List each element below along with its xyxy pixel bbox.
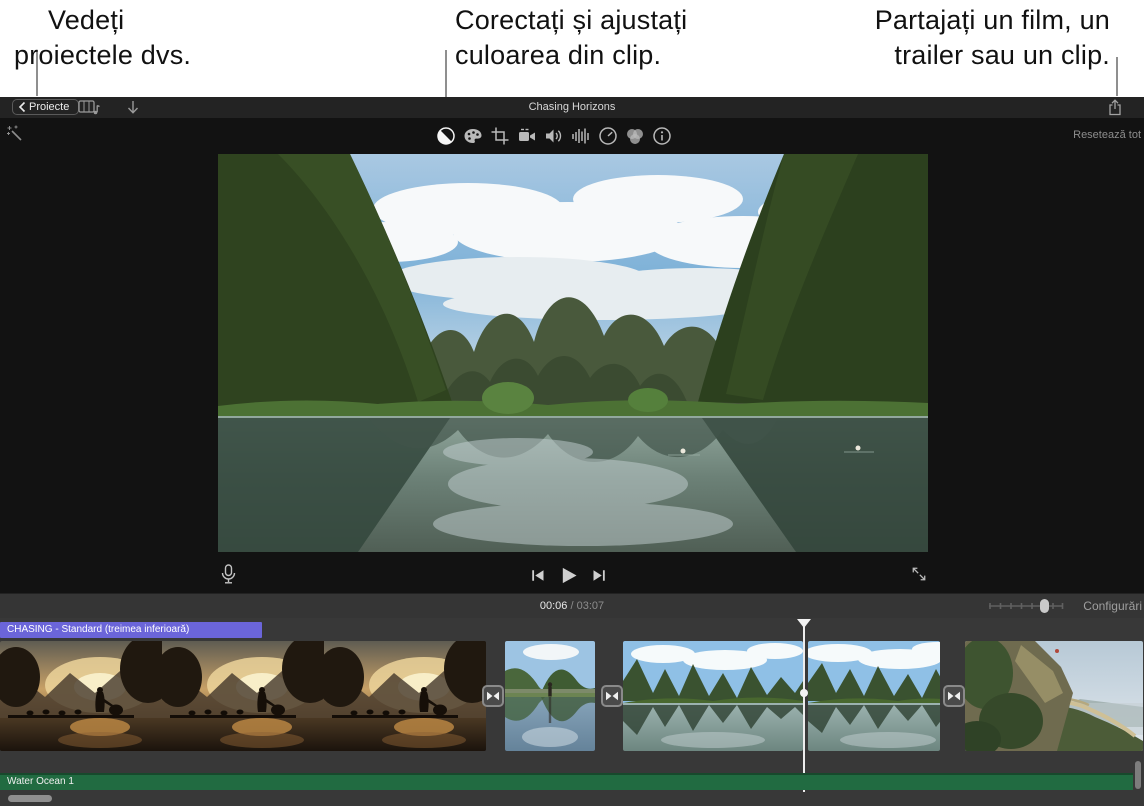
reset-all-button[interactable]: Resetează tot [1073, 129, 1141, 141]
viewer-preview-image [218, 154, 928, 552]
playback-controls [530, 566, 607, 585]
callout-share-line2: trailer sau un clip. [894, 40, 1110, 70]
timeline-clip-2[interactable] [505, 641, 595, 751]
callout-color-line2: culoarea din clip. [455, 40, 662, 70]
timeline-clip-1[interactable] [0, 641, 486, 751]
microphone-icon[interactable] [219, 564, 238, 585]
auto-enhance-wand-icon[interactable] [5, 124, 23, 142]
vertical-scrollbar[interactable] [1135, 761, 1141, 789]
callout-line-projects [36, 52, 38, 96]
timeline-header: 00:06 / 03:07 Configurări [0, 593, 1144, 618]
callout-projects: Vedeți proiectele dvs. [14, 3, 191, 73]
noise-reduction-icon[interactable] [571, 126, 591, 146]
timeline-title-clip[interactable]: CHASING - Standard (treimea inferioară) [0, 622, 262, 638]
transition-icon-1[interactable] [482, 685, 504, 707]
transition-icon-2[interactable] [601, 685, 623, 707]
settings-button[interactable]: Configurări [1083, 599, 1142, 613]
timeline-pane: CHASING - Standard (treimea inferioară) [0, 618, 1144, 806]
callout-color-line1: Corectați și ajustați [455, 5, 688, 35]
callout-share-line1: Partajați un film, un [874, 5, 1110, 35]
zoom-slider-thumb[interactable] [1040, 599, 1049, 613]
play-icon[interactable] [559, 566, 578, 585]
color-palette-icon[interactable] [463, 126, 483, 146]
crop-icon[interactable] [490, 126, 510, 146]
current-time: 00:06 [539, 600, 568, 612]
playhead-dot [800, 689, 808, 697]
clip-info-icon[interactable] [652, 126, 672, 146]
time-separator: / [567, 600, 577, 612]
timecode: 00:06 / 03:07 [0, 600, 1144, 612]
transition-icon-3[interactable] [943, 685, 965, 707]
filters-icon[interactable] [625, 126, 645, 146]
callout-line-share [1116, 57, 1118, 96]
adjustments-bar [436, 126, 672, 146]
timeline-clip-5[interactable] [965, 641, 1143, 751]
total-time: 03:07 [576, 600, 605, 612]
fullscreen-icon[interactable] [910, 565, 928, 583]
playhead-line[interactable] [803, 619, 805, 792]
audio-clip[interactable]: Water Ocean 1 [0, 773, 1133, 790]
share-icon[interactable] [1107, 99, 1123, 116]
volume-icon[interactable] [544, 126, 564, 146]
timeline-zoom-slider[interactable] [988, 598, 1064, 614]
callout-projects-line2: proiectele dvs. [14, 40, 192, 70]
callout-projects-line1: Vedeți [48, 5, 125, 35]
timeline-clip-4[interactable] [808, 641, 940, 751]
playhead-handle[interactable] [797, 619, 811, 628]
callout-color: Corectați și ajustați culoarea din clip. [455, 3, 687, 73]
horizontal-scrollbar[interactable] [8, 795, 52, 802]
viewer-pane: Resetează tot [0, 118, 1144, 593]
top-toolbar: Proiecte Chasing Horizons [0, 97, 1144, 118]
timeline-clip-3[interactable] [623, 641, 803, 751]
speed-icon[interactable] [598, 126, 618, 146]
skip-forward-icon[interactable] [592, 568, 607, 583]
callout-share: Partajați un film, un trailer sau un cli… [875, 3, 1110, 73]
stabilization-icon[interactable] [517, 126, 537, 146]
project-title: Chasing Horizons [528, 101, 616, 113]
skip-back-icon[interactable] [530, 568, 545, 583]
color-balance-icon[interactable] [436, 126, 456, 146]
